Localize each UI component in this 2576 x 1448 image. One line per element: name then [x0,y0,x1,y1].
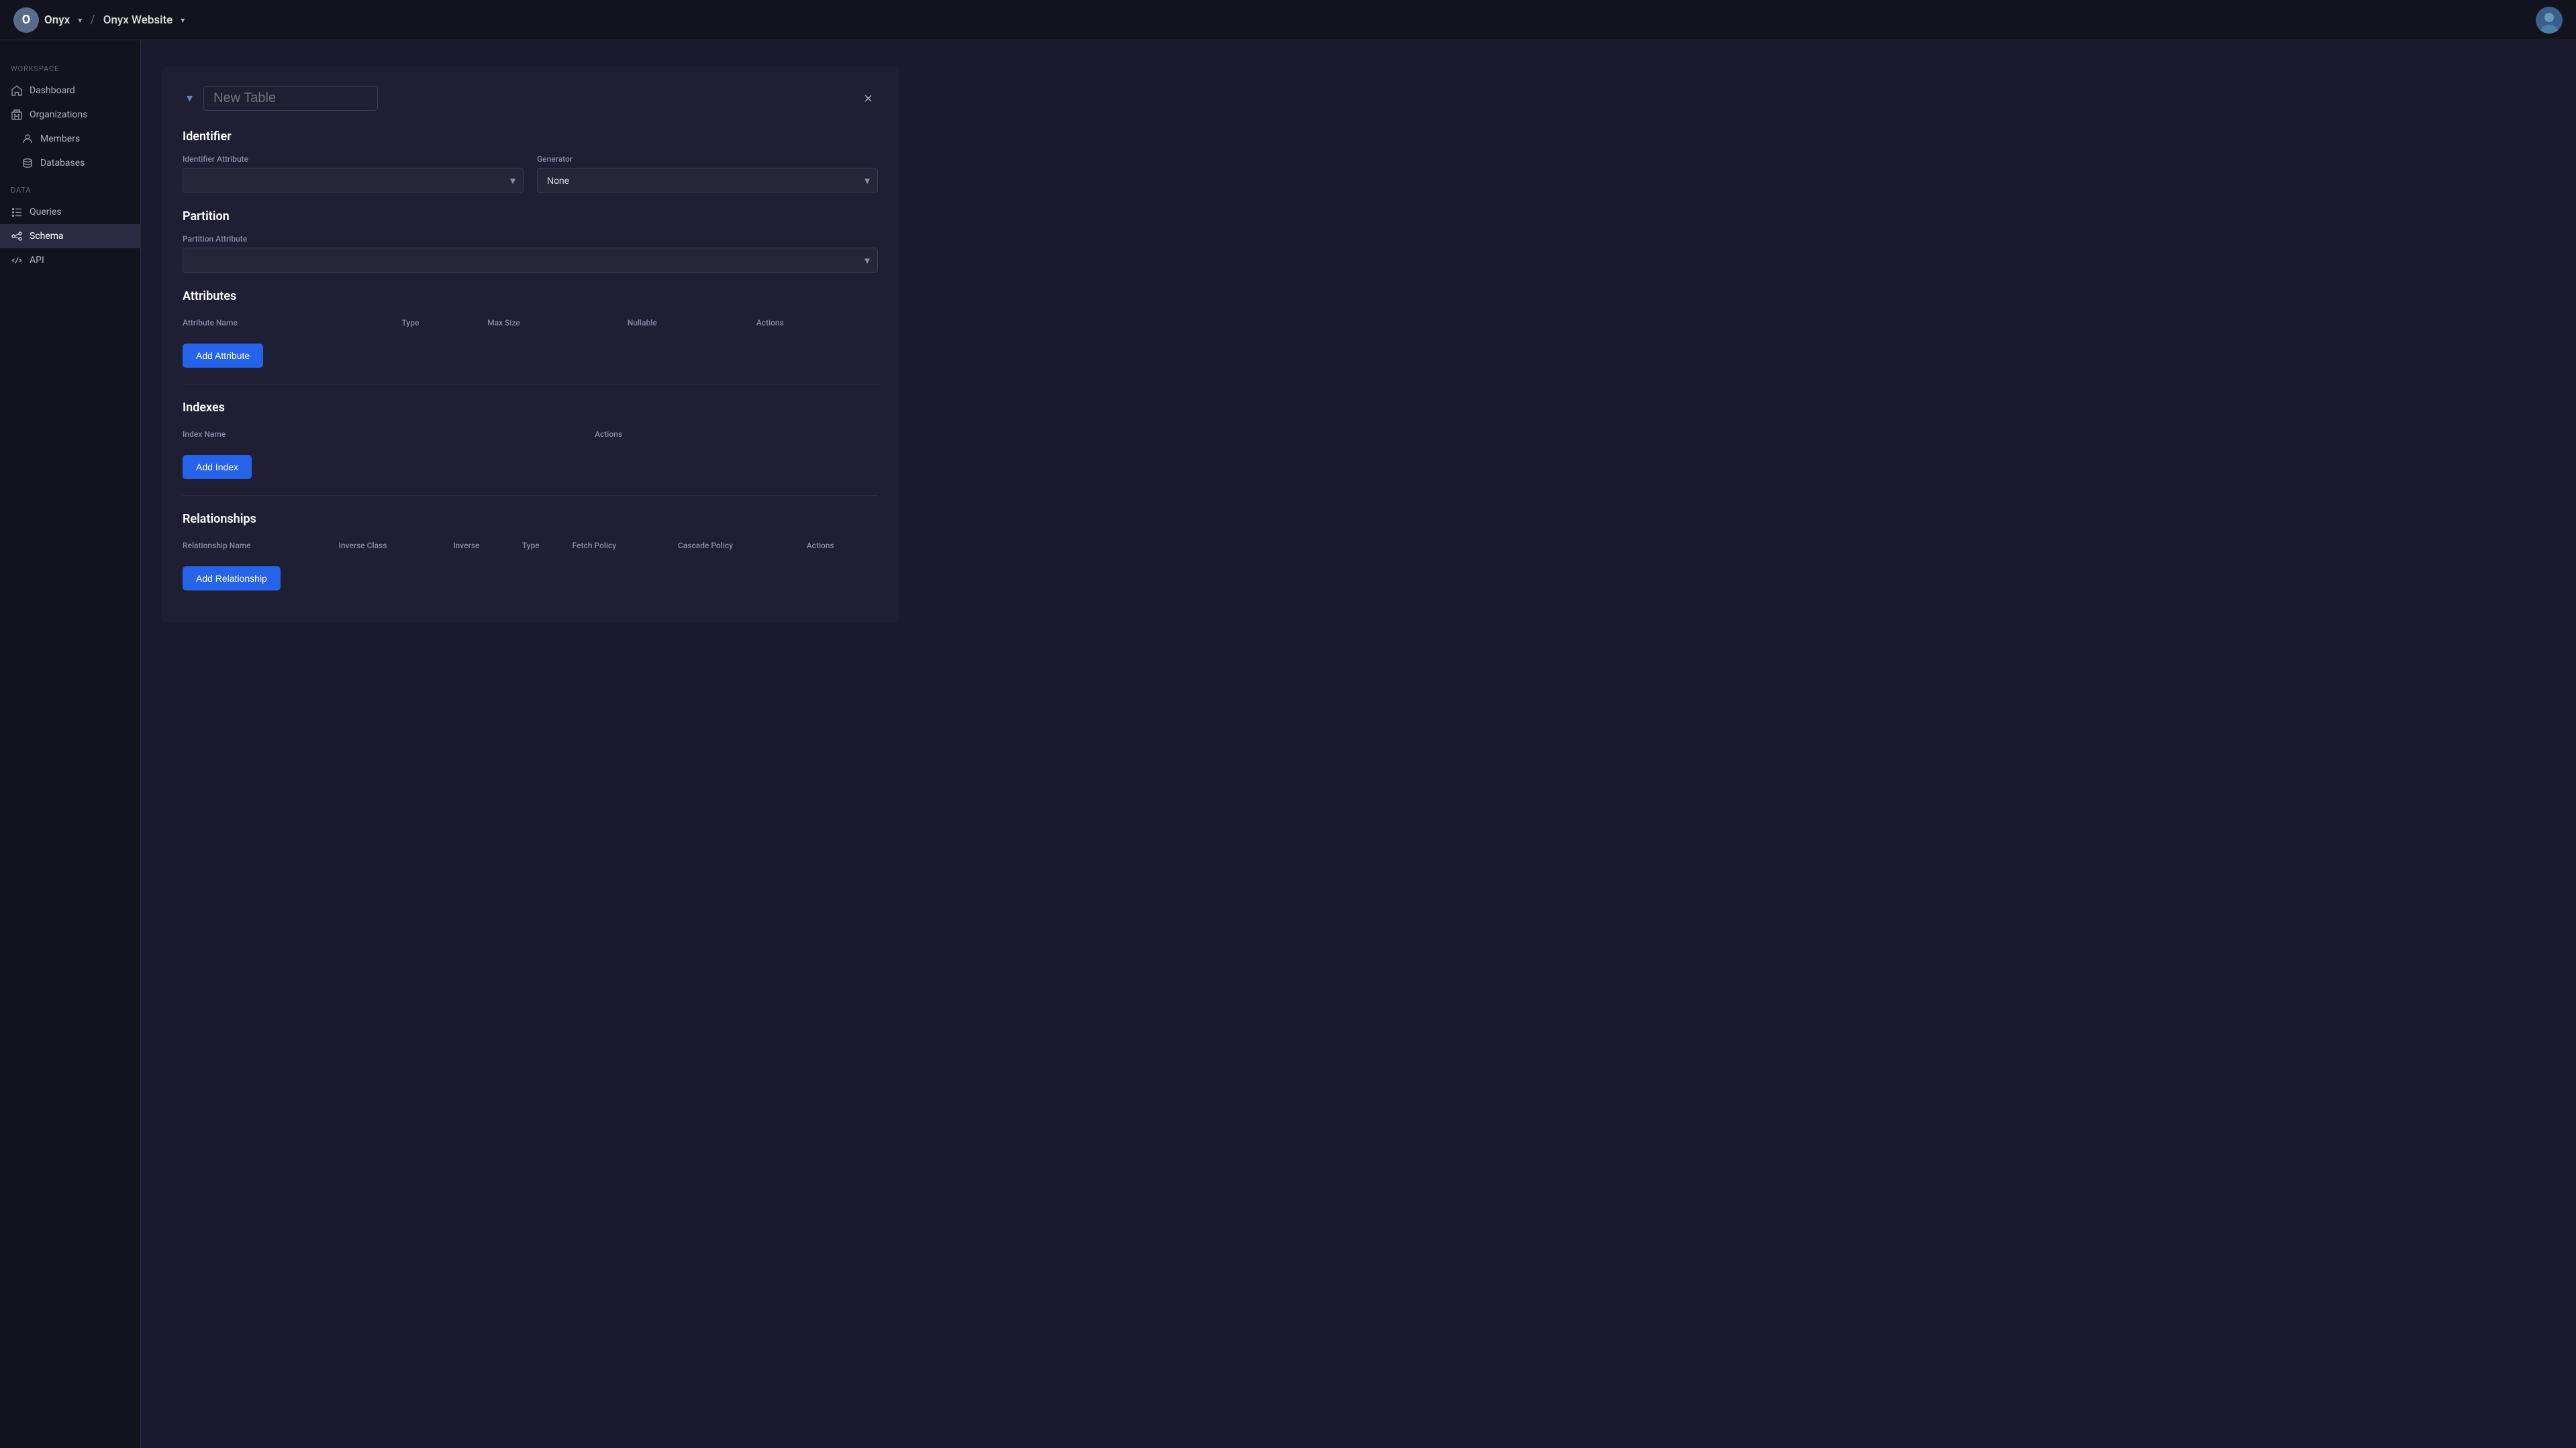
rel-actions-col: Actions [807,537,878,557]
panel-title-area: ▾ [183,86,378,111]
partition-attribute-select[interactable] [183,248,878,273]
content-area: ▾ × Identifier Identifier Attribute [141,40,2576,1448]
project-name[interactable]: Onyx Website [103,13,173,27]
close-button[interactable]: × [858,87,878,110]
nav-left: O Onyx ▾ / Onyx Website ▾ [13,7,185,33]
project-dropdown-icon[interactable]: ▾ [181,15,185,25]
panel-collapse-button[interactable]: ▾ [183,90,197,107]
partition-attribute-label: Partition Attribute [183,234,878,244]
partition-title: Partition [183,209,878,223]
attributes-table: Attribute Name Type Max Size Nullable Ac… [183,314,878,334]
sidebar-item-schema[interactable]: Schema [0,224,140,248]
indexes-divider [183,495,878,496]
indexes-title: Indexes [183,401,878,415]
schema-icon [11,230,23,242]
dashboard-label: Dashboard [30,85,75,96]
idx-actions-col: Actions [595,425,878,446]
nav-right [2536,7,2563,34]
attributes-header-row: Attribute Name Type Max Size Nullable Ac… [183,314,878,334]
identifier-attribute-select-wrapper [183,168,524,193]
organizations-label: Organizations [30,109,87,120]
partition-section: Partition Partition Attribute [183,209,878,273]
attributes-title: Attributes [183,289,878,303]
database-icon [21,157,34,169]
sidebar-item-dashboard[interactable]: Dashboard [0,79,140,103]
identifier-title: Identifier [183,130,878,144]
sidebar-item-members[interactable]: Members [0,127,140,151]
relationships-section: Relationships Relationship Name Inverse … [183,512,878,590]
home-icon [11,85,23,97]
generator-group: Generator None UUID Auto-increment [537,154,878,193]
attr-nullable-col: Nullable [628,314,756,334]
attr-type-col: Type [402,314,488,334]
sidebar-item-queries[interactable]: Queries [0,200,140,224]
panel-header: ▾ × [183,86,878,111]
api-label: API [30,255,44,266]
attr-maxsize-col: Max Size [487,314,628,334]
person-icon [21,133,34,145]
sidebar: WORKSPACE Dashboard Organizations [0,40,141,1448]
identifier-section: Identifier Identifier Attribute Generato… [183,130,878,193]
attributes-table-head: Attribute Name Type Max Size Nullable Ac… [183,314,878,334]
databases-label: Databases [40,158,85,168]
workspace-dropdown-icon[interactable]: ▾ [78,15,82,25]
workspace-name[interactable]: Onyx [44,13,70,27]
sidebar-item-databases[interactable]: Databases [0,151,140,175]
relationships-header-row: Relationship Name Inverse Class Inverse … [183,537,878,557]
generator-select[interactable]: None UUID Auto-increment [537,168,878,193]
table-name-input[interactable] [203,86,378,111]
identifier-attribute-select[interactable] [183,168,524,193]
generator-select-wrapper: None UUID Auto-increment [537,168,878,193]
generator-label: Generator [537,154,878,164]
indexes-section: Indexes Index Name Actions Add Index [183,401,878,479]
indexes-table: Index Name Actions [183,425,878,446]
relationships-table-head: Relationship Name Inverse Class Inverse … [183,537,878,557]
attributes-section: Attributes Attribute Name Type Max Size … [183,289,878,368]
main-layout: WORKSPACE Dashboard Organizations [0,40,2576,1448]
add-relationship-button[interactable]: Add Relationship [183,566,281,590]
indexes-table-head: Index Name Actions [183,425,878,446]
partition-attribute-select-wrapper [183,248,878,273]
workspace-section-label: WORKSPACE [0,64,140,73]
sidebar-item-api[interactable]: API [0,248,140,272]
attr-name-col: Attribute Name [183,314,402,334]
sidebar-item-organizations[interactable]: Organizations [0,103,140,127]
rel-cascade-col: Cascade Policy [678,537,807,557]
add-index-button[interactable]: Add Index [183,455,252,479]
rel-fetch-col: Fetch Policy [573,537,678,557]
indexes-header-row: Index Name Actions [183,425,878,446]
list-icon [11,206,23,218]
rel-name-col: Relationship Name [183,537,338,557]
identifier-form-row: Identifier Attribute Generator None [183,154,878,193]
schema-label: Schema [30,231,64,242]
add-attribute-button[interactable]: Add Attribute [183,344,263,368]
rel-type-col: Type [522,537,573,557]
partition-form-row: Partition Attribute [183,234,878,273]
workspace-avatar[interactable]: O [13,7,39,33]
partition-attribute-group: Partition Attribute [183,234,878,273]
queries-label: Queries [30,207,62,217]
panel: ▾ × Identifier Identifier Attribute [161,67,899,623]
idx-name-col: Index Name [183,425,595,446]
rel-inverse-col: Inverse [453,537,522,557]
nav-separator: / [90,13,95,27]
building-icon [11,109,23,121]
relationships-table: Relationship Name Inverse Class Inverse … [183,537,878,557]
rel-inverse-class-col: Inverse Class [338,537,453,557]
user-avatar[interactable] [2536,7,2563,34]
data-section-label: DATA [0,186,140,195]
attr-actions-col: Actions [756,314,878,334]
api-icon [11,254,23,266]
identifier-attribute-label: Identifier Attribute [183,154,524,164]
members-label: Members [40,134,80,144]
relationships-title: Relationships [183,512,878,526]
top-nav: O Onyx ▾ / Onyx Website ▾ [0,0,2576,40]
identifier-attribute-group: Identifier Attribute [183,154,524,193]
